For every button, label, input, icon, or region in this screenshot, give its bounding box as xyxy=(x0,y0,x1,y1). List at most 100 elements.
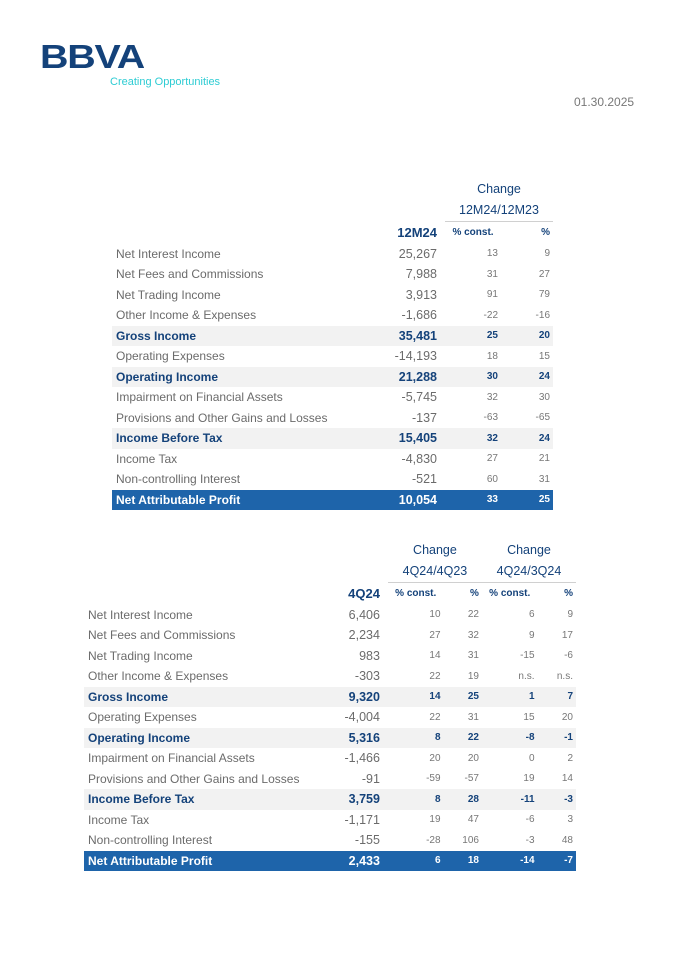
table-row: Net Interest Income 6,406 10 22 6 9 xyxy=(84,605,576,626)
row-change-const-yoy: 20 xyxy=(429,752,441,764)
row-value: -303 xyxy=(354,669,380,684)
row-change-const-yoy: 14 xyxy=(429,650,441,662)
row-change-const-yoy: 8 xyxy=(387,789,444,810)
row-value: -91 xyxy=(361,771,380,786)
row-change-const: 30 xyxy=(445,366,501,387)
change-label: Change xyxy=(477,182,521,197)
row-change-pct-yoy: 31 xyxy=(467,650,479,662)
pct-header-yoy: % xyxy=(470,588,479,599)
row-value: 35,481 xyxy=(355,325,445,346)
row-value: 3,759 xyxy=(299,789,388,810)
row-value: 6,406 xyxy=(348,607,380,622)
row-change-pct: -65 xyxy=(535,412,550,424)
const-header-qoq: % const. xyxy=(489,588,531,599)
row-change-pct-yoy: 22 xyxy=(467,609,479,621)
row-label: Gross Income xyxy=(112,325,355,346)
row-value: 15,405 xyxy=(355,428,445,449)
row-change-const: 91 xyxy=(486,289,498,301)
row-change-pct: 21 xyxy=(538,453,550,465)
table-row: Impairment on Financial Assets -1,466 20 20… xyxy=(84,748,576,769)
table-row: Operating Income 21,288 30 24 xyxy=(112,366,553,387)
row-change-const-qoq: 9 xyxy=(528,629,535,641)
row-change-const: 33 xyxy=(445,489,501,510)
row-label: Net Trading Income xyxy=(88,648,193,663)
results-table-12m: Change 12M24/12M23 12M24 % const. % Net … xyxy=(112,179,553,510)
period-header: 12M24 xyxy=(397,224,437,240)
row-value: -4,004 xyxy=(344,710,380,725)
row-change-pct-qoq: 20 xyxy=(561,711,573,723)
row-label: Impairment on Financial Assets xyxy=(116,390,283,405)
row-change-pct-qoq: 48 xyxy=(561,834,573,846)
row-change-pct-qoq: 9 xyxy=(567,609,573,621)
table-row: Income Tax -1,171 19 47 -6 3 xyxy=(84,810,576,831)
row-change-pct: 9 xyxy=(544,248,550,260)
row-change-pct: 27 xyxy=(538,268,550,280)
row-change-pct: 20 xyxy=(501,325,553,346)
table-row: Operating Income 5,316 8 22 -8 -1 xyxy=(84,727,576,748)
table-row: Income Before Tax 15,405 32 24 xyxy=(112,428,553,449)
row-change-const-yoy: -28 xyxy=(426,834,441,846)
row-change-pct-yoy: 106 xyxy=(462,834,479,846)
row-change-const: 18 xyxy=(486,350,498,362)
row-value: -4,830 xyxy=(401,451,437,466)
period-compare-label: 12M24/12M23 xyxy=(445,199,553,222)
row-change-const-qoq: -14 xyxy=(481,850,538,871)
const-header-yoy: % const. xyxy=(395,588,437,599)
row-change-const-yoy: 27 xyxy=(429,629,441,641)
row-change-const-yoy: 8 xyxy=(387,727,444,748)
row-label: Gross Income xyxy=(84,686,300,707)
row-change-pct-qoq: -6 xyxy=(564,650,573,662)
brand-wordmark: BBVA xyxy=(40,40,144,72)
row-change-pct-qoq: -7 xyxy=(537,850,576,871)
row-change-const: 60 xyxy=(486,473,498,485)
row-change-const: -22 xyxy=(483,309,498,321)
table-row: Other Income & Expenses -303 22 19 n.s. n.s. xyxy=(84,666,576,687)
results-table-4q: Change Change 4Q24/4Q23 4Q24/3Q24 4Q24 %… xyxy=(84,540,576,871)
period-header: 4Q24 xyxy=(348,585,380,601)
row-change-pct-qoq: 7 xyxy=(537,686,576,707)
row-change-pct: 30 xyxy=(538,391,550,403)
row-change-const-qoq: -8 xyxy=(481,727,538,748)
row-change-pct-yoy: 18 xyxy=(443,850,482,871)
row-change-const-yoy: -59 xyxy=(426,773,441,785)
row-value: 21,288 xyxy=(355,366,445,387)
row-change-pct: 24 xyxy=(501,366,553,387)
table-row: Net Interest Income 25,267 13 9 xyxy=(112,244,553,265)
row-change-const: 32 xyxy=(486,391,498,403)
table-row: Net Trading Income 3,913 91 79 xyxy=(112,285,553,306)
row-change-const: 31 xyxy=(486,268,498,280)
table-row: Gross Income 9,320 14 25 1 7 xyxy=(84,686,576,707)
row-label: Operating Expenses xyxy=(88,710,197,725)
table-row: Net Fees and Commissions 2,234 27 32 9 17 xyxy=(84,625,576,646)
row-change-pct: 24 xyxy=(501,428,553,449)
row-value: 2,234 xyxy=(348,628,380,643)
row-change-pct-yoy: 25 xyxy=(443,686,482,707)
row-label: Other Income & Expenses xyxy=(116,308,257,323)
table-row: Income Tax -4,830 27 21 xyxy=(112,449,553,470)
row-value: -521 xyxy=(411,472,437,487)
row-value: 983 xyxy=(359,648,380,663)
row-value: 2,433 xyxy=(299,850,388,871)
row-value: 25,267 xyxy=(398,246,437,261)
row-change-const-qoq: -15 xyxy=(520,650,535,662)
row-change-const: 27 xyxy=(486,453,498,465)
table-row: Provisions and Other Gains and Losses -91… xyxy=(84,769,576,790)
table2-rows: Net Interest Income 6,406 10 22 6 9 Net Fees a… xyxy=(84,605,576,871)
row-change-const-qoq: 6 xyxy=(528,609,535,621)
row-change-pct: 25 xyxy=(501,489,553,510)
table-row: Net Trading Income 983 14 31 -15 -6 xyxy=(84,646,576,667)
row-change-pct-qoq: 14 xyxy=(561,773,573,785)
row-change-pct-qoq: 17 xyxy=(561,629,573,641)
row-change-const-qoq: -3 xyxy=(525,834,535,846)
row-label: Operating Income xyxy=(112,366,355,387)
row-change-const-qoq: -6 xyxy=(525,814,535,826)
row-change-const: 13 xyxy=(486,248,498,260)
row-label: Net Interest Income xyxy=(116,246,221,261)
row-value: -1,466 xyxy=(344,751,380,766)
row-label: Net Attributable Profit xyxy=(84,850,300,871)
row-value: -1,171 xyxy=(344,812,380,827)
row-value: -1,686 xyxy=(401,308,437,323)
row-value: 3,913 xyxy=(405,287,437,302)
table-row: Income Before Tax 3,759 8 28 -11 -3 xyxy=(84,789,576,810)
row-change-pct: -16 xyxy=(535,309,550,321)
